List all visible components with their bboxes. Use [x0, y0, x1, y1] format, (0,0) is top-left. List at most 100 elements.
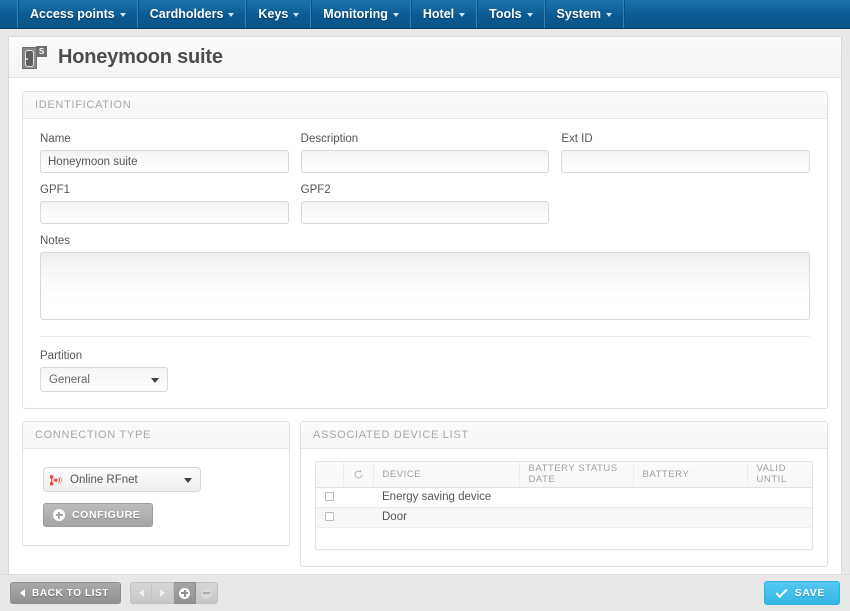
nav-item-label: Hotel [422, 7, 455, 21]
connection-type-column: CONNECTION TYPE Online RFnet CONFIGURE [22, 421, 290, 567]
identification-section: IDENTIFICATION Name Description Ext ID [9, 78, 841, 409]
add-record-button[interactable] [174, 582, 197, 604]
description-label: Description [300, 133, 359, 145]
ext-id-input[interactable] [561, 150, 811, 173]
partition-field-group: Partition General [40, 350, 810, 392]
page-title: Honeymoon suite [58, 45, 223, 68]
partition-label: Partition [40, 350, 83, 362]
gpf2-label: GPF2 [300, 184, 331, 196]
connection-type-panel-title: CONNECTION TYPE [23, 422, 289, 449]
door-icon-badge: S [36, 45, 47, 57]
identification-panel-body: Name Description Ext ID [23, 119, 827, 408]
row-valid-until [747, 507, 812, 528]
associated-device-list-panel-title: ASSOCIATED DEVICE LIST [301, 422, 827, 449]
gpf1-input[interactable] [40, 201, 289, 224]
column-header-device: DEVICE [373, 462, 520, 488]
nav-item-monitoring[interactable]: Monitoring [311, 0, 411, 28]
minus-circle-icon [201, 587, 213, 599]
nav-item-label: Cardholders [149, 7, 224, 21]
partition-select-wrap: General [40, 367, 168, 392]
chevron-right-icon [160, 589, 166, 597]
notes-textarea[interactable] [40, 252, 810, 320]
nav-item-keys[interactable]: Keys [246, 0, 312, 28]
row-select-cell[interactable] [316, 507, 343, 528]
check-icon [775, 585, 788, 598]
notes-label: Notes [40, 235, 71, 247]
page-scroll-region: S Honeymoon suite IDENTIFICATION Name De… [0, 29, 850, 574]
column-header-battery-status-date: BATTERY STATUS DATE [519, 462, 634, 488]
row-battery-status-date [519, 507, 633, 528]
nav-left-spacer [0, 0, 18, 28]
description-input[interactable] [300, 150, 550, 173]
chevron-down-icon [228, 13, 235, 17]
chevron-left-icon [138, 589, 144, 597]
chevron-down-icon [119, 13, 126, 17]
row-checkbox[interactable] [325, 492, 334, 502]
device-table-body: Energy saving device Door [316, 487, 812, 549]
connection-and-devices-section: CONNECTION TYPE Online RFnet CONFIGURE A… [9, 409, 841, 567]
configure-button[interactable]: CONFIGURE [43, 503, 154, 527]
device-list-column: ASSOCIATED DEVICE LIST DEVICE BATTERY ST… [300, 421, 828, 567]
device-table-header-row: DEVICE BATTERY STATUS DATE BATTERY VALID… [316, 462, 812, 488]
notes-field-group: Notes [40, 235, 810, 320]
identification-panel-title: IDENTIFICATION [23, 92, 827, 119]
previous-record-button[interactable] [130, 582, 153, 604]
nav-item-label: Keys [258, 7, 289, 21]
device-table-wrapper: DEVICE BATTERY STATUS DATE BATTERY VALID… [315, 461, 813, 550]
chevron-down-icon [293, 13, 300, 17]
nav-item-label: Monitoring [323, 7, 388, 21]
page-container: S Honeymoon suite IDENTIFICATION Name De… [8, 36, 842, 574]
row-checkbox[interactable] [325, 512, 334, 522]
column-header-battery: BATTERY [633, 462, 748, 488]
back-to-list-button[interactable]: BACK TO LIST [10, 582, 122, 604]
nav-right-filler [624, 0, 850, 28]
top-navigation-bar: Access points Cardholders Keys Monitorin… [0, 0, 850, 29]
row-device: Door [373, 507, 519, 528]
nav-item-cardholders[interactable]: Cardholders [137, 0, 247, 28]
nav-item-label: System [556, 7, 602, 21]
table-row[interactable]: Energy saving device [316, 487, 812, 508]
chevron-down-icon [526, 13, 533, 17]
table-row[interactable]: Door [316, 507, 812, 528]
chevron-down-icon [606, 13, 613, 17]
row-icon-cell [343, 487, 373, 508]
identification-divider [40, 336, 810, 337]
save-button-label: SAVE [794, 587, 825, 599]
connection-type-select[interactable]: Online RFnet [43, 467, 201, 492]
plus-circle-icon [179, 587, 191, 599]
row-select-cell[interactable] [316, 487, 343, 508]
configure-button-label: CONFIGURE [72, 509, 141, 521]
column-header-valid-until: VALID UNTIL [747, 462, 812, 488]
next-record-button[interactable] [152, 582, 175, 604]
identification-row-2: GPF1 GPF2 [40, 184, 810, 224]
identification-panel: IDENTIFICATION Name Description Ext ID [22, 91, 828, 409]
gpf2-input[interactable] [300, 201, 550, 224]
chevron-down-icon [392, 13, 399, 17]
footer-left-group: BACK TO LIST [10, 582, 219, 604]
table-empty-row [316, 527, 812, 549]
associated-device-list-body: DEVICE BATTERY STATUS DATE BATTERY VALID… [301, 449, 827, 566]
row-battery [633, 487, 747, 508]
row-icon-cell [343, 507, 373, 528]
nav-item-tools[interactable]: Tools [477, 0, 545, 28]
record-navigation-group [130, 582, 219, 604]
gpf1-label: GPF1 [40, 184, 71, 196]
name-field-group: Name [40, 133, 289, 173]
column-header-refresh[interactable] [343, 462, 374, 488]
column-header-select [316, 462, 344, 488]
nav-item-hotel[interactable]: Hotel [410, 0, 478, 28]
row-battery-status-date [519, 487, 633, 508]
chevron-down-icon [459, 13, 466, 17]
door-icon: S [22, 45, 47, 69]
partition-select[interactable]: General [40, 367, 168, 392]
save-button[interactable]: SAVE [763, 581, 840, 605]
remove-record-button[interactable] [196, 582, 219, 604]
name-input[interactable] [40, 150, 289, 173]
nav-item-access-points[interactable]: Access points [18, 0, 138, 28]
row2-spacer [561, 184, 810, 224]
nav-item-system[interactable]: System [544, 0, 625, 28]
row-device: Energy saving device [373, 487, 519, 508]
description-field-group: Description [300, 133, 550, 173]
nav-item-label: Access points [30, 7, 115, 21]
row-valid-until [747, 487, 812, 508]
